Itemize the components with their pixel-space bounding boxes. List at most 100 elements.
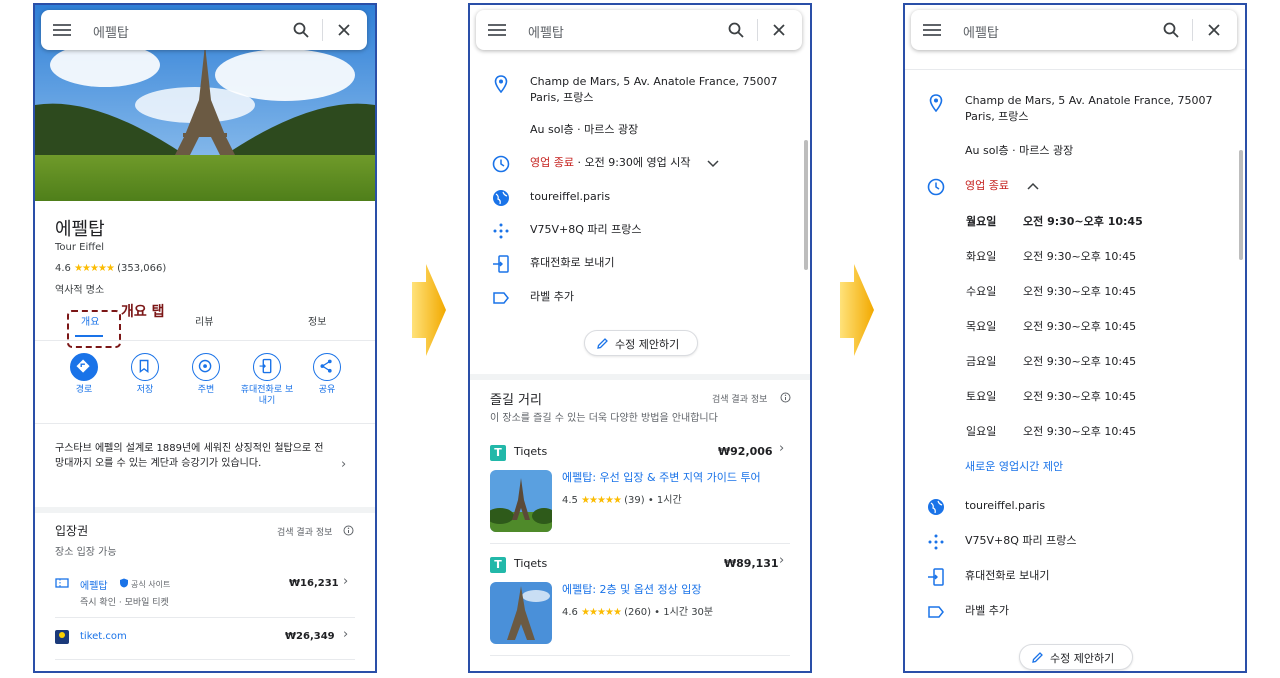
chevron-right-icon[interactable]: ›: [341, 457, 346, 472]
clock-icon: [927, 178, 945, 196]
nearby-label: 주변: [197, 385, 215, 395]
tickets-subtitle: 장소 입장 가능: [55, 547, 117, 558]
chevron-right-icon: ›: [779, 441, 785, 456]
hours-day: 목요일: [966, 320, 997, 333]
hours-time: 오전 9:30~오후 10:45: [1023, 285, 1137, 298]
info-icon[interactable]: [780, 392, 791, 403]
close-icon[interactable]: [1205, 21, 1223, 39]
divider: [490, 655, 790, 656]
address[interactable]: Champ de Mars, 5 Av. Anatole France, 750…: [530, 74, 780, 106]
ticket-details: 즉시 확인 · 모바일 티켓: [80, 598, 169, 608]
share-button[interactable]: 공유: [297, 353, 357, 396]
location-pin-icon: [929, 94, 943, 112]
close-icon[interactable]: [335, 21, 353, 39]
divider: [35, 423, 375, 424]
hours-time: 오전 9:30~오후 10:45: [1023, 390, 1137, 403]
search-divider: [1192, 19, 1193, 41]
arrow-right-icon: [840, 264, 874, 356]
search-divider: [757, 19, 758, 41]
nearby-button[interactable]: 주변: [176, 353, 236, 396]
offer-stars: ★★★★★: [581, 495, 622, 506]
hours-time: 오전 9:30~오후 10:45: [1023, 215, 1143, 228]
save-label: 저장: [136, 385, 154, 395]
label-icon: [493, 292, 509, 304]
ticket-name: tiket.com: [80, 631, 127, 642]
floor-info: Au sol층 · 마르스 광장: [965, 144, 1074, 157]
search-bar[interactable]: 에펠탑: [41, 10, 367, 50]
offer-vendor: Tiqets: [514, 445, 548, 458]
search-bar[interactable]: 에펠탑: [911, 10, 1237, 50]
place-panel-hours: 에펠탑 Champ de Mars, 5 Av. Anatole France,…: [903, 3, 1247, 673]
send-to-phone-icon: [493, 255, 509, 273]
add-label-link[interactable]: 라벨 추가: [530, 289, 574, 305]
status-opens: · 오전 9:30에 영업 시작: [573, 156, 691, 169]
plus-code-icon: [493, 223, 509, 239]
send-to-phone-icon: [928, 568, 944, 586]
search-icon[interactable]: [293, 22, 309, 38]
section-divider: [470, 374, 810, 380]
place-rating[interactable]: 4.6 ★★★★★ (353,066): [55, 263, 166, 274]
search-query[interactable]: 에펠탑: [93, 22, 129, 41]
suggest-new-hours-link[interactable]: 새로운 영업시간 제안: [965, 459, 1063, 475]
hours-time: 오전 9:30~오후 10:45: [1023, 355, 1137, 368]
add-label-link[interactable]: 라벨 추가: [965, 603, 1009, 619]
hours-day: 토요일: [966, 390, 997, 403]
tiket-logo: [55, 630, 69, 644]
divider: [55, 617, 355, 618]
send-to-phone-button[interactable]: 휴대전화로 보내기: [237, 353, 297, 407]
things-info[interactable]: 검색 결과 정보: [712, 392, 767, 405]
plus-code[interactable]: V75V+8Q 파리 프랑스: [965, 533, 1077, 549]
website-link[interactable]: toureiffel.paris: [965, 498, 1045, 514]
close-icon[interactable]: [770, 21, 788, 39]
hours-day: 금요일: [966, 355, 997, 368]
menu-icon[interactable]: [488, 24, 506, 36]
chevron-right-icon: ›: [343, 627, 349, 642]
scrollbar[interactable]: [1239, 150, 1243, 260]
review-count[interactable]: (353,066): [117, 263, 166, 274]
hours-time: 오전 9:30~오후 10:45: [1023, 320, 1137, 333]
tickets-info[interactable]: 검색 결과 정보: [277, 525, 332, 538]
offer-vendor: Tiqets: [514, 557, 548, 570]
place-subtitle: Tour Eiffel: [55, 242, 105, 253]
plus-code[interactable]: V75V+8Q 파리 프랑스: [530, 222, 642, 238]
ticket-price: ₩26,349: [285, 631, 335, 642]
menu-icon[interactable]: [923, 24, 941, 36]
address[interactable]: Champ de Mars, 5 Av. Anatole France, 750…: [965, 93, 1215, 125]
send-to-phone-link[interactable]: 휴대전화로 보내기: [530, 255, 614, 271]
things-to-do-title: 즐길 거리: [490, 393, 542, 408]
offer-rating-value: 4.6: [562, 607, 578, 618]
chevron-up-icon[interactable]: [1027, 182, 1039, 190]
search-query[interactable]: 에펠탑: [963, 22, 999, 41]
info-icon[interactable]: [343, 525, 354, 536]
directions-icon: [76, 359, 90, 373]
nearby-icon: [198, 359, 212, 373]
scrollbar[interactable]: [804, 140, 808, 270]
globe-icon: [493, 190, 509, 206]
offer-rating: 4.5 ★★★★★ (39) • 1시간: [562, 493, 682, 509]
search-query[interactable]: 에펠탑: [528, 22, 564, 41]
search-bar[interactable]: 에펠탑: [476, 10, 802, 50]
hours-day: 화요일: [966, 250, 997, 263]
ticket-price: ₩16,231: [289, 578, 339, 589]
pencil-icon: [1032, 652, 1043, 663]
tab-reviews[interactable]: 리뷰: [195, 313, 213, 328]
send-to-phone-link[interactable]: 휴대전화로 보내기: [965, 568, 1049, 584]
website-link[interactable]: toureiffel.paris: [530, 189, 610, 205]
menu-icon[interactable]: [53, 24, 71, 36]
opening-hours-toggle[interactable]: 영업 종료 · 오전 9:30에 영업 시작: [530, 155, 691, 171]
suggest-edit-button[interactable]: 수정 제안하기: [1019, 644, 1133, 670]
save-button[interactable]: 저장: [115, 353, 175, 396]
tab-about[interactable]: 정보: [308, 313, 326, 328]
clock-icon: [492, 155, 510, 173]
chevron-down-icon[interactable]: [707, 160, 719, 168]
label-icon: [928, 606, 944, 618]
hours-day: 월요일: [966, 215, 997, 228]
search-divider: [322, 19, 323, 41]
search-icon[interactable]: [728, 22, 744, 38]
place-description[interactable]: 구스타브 에펠의 설계로 1889년에 세워진 상징적인 철탑으로 전망대까지 …: [55, 441, 325, 471]
search-icon[interactable]: [1163, 22, 1179, 38]
annotation-label: 개요 탭: [121, 304, 165, 320]
suggest-edit-button[interactable]: 수정 제안하기: [584, 330, 698, 356]
directions-button[interactable]: 경로: [54, 353, 114, 396]
status-closed[interactable]: 영업 종료: [965, 178, 1009, 194]
